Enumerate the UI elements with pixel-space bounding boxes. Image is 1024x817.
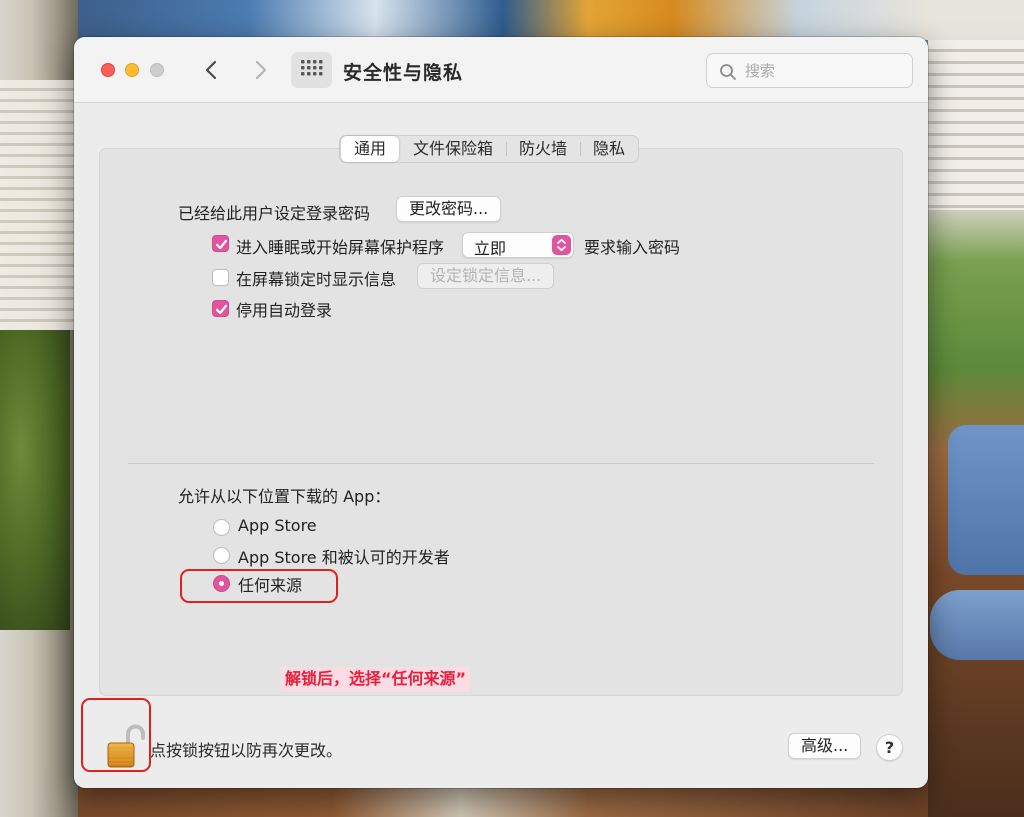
require-password-checkbox[interactable]: [212, 235, 229, 252]
forward-button[interactable]: [247, 57, 273, 83]
instruction-annotation: 解锁后，选择“任何来源”: [281, 667, 471, 691]
wallpaper-top: [78, 0, 928, 40]
general-panel: 已经给此用户设定登录密码 更改密码... 进入睡眠或开始屏幕保护程序 立即 要求…: [99, 148, 903, 696]
checkmark-icon: [215, 304, 228, 315]
close-window-button[interactable]: [101, 63, 115, 77]
search-field[interactable]: [706, 53, 913, 88]
downloads-heading: 允许从以下位置下载的 App：: [178, 487, 391, 506]
tab-bar: 通用 文件保险箱 防火墙 隐私: [339, 135, 640, 163]
section-divider: [128, 463, 874, 464]
wallpaper-bottom: [78, 787, 928, 817]
updown-chevron-icon: [557, 238, 566, 252]
disable-auto-login-checkbox[interactable]: [212, 300, 229, 317]
magnifier-icon: [720, 64, 736, 80]
wallpaper-blinds-right: [928, 40, 1024, 210]
radio-identified-developers-label[interactable]: App Store 和被认可的开发者: [238, 544, 450, 568]
require-password-suffix: 要求输入密码: [584, 238, 681, 257]
wallpaper-blinds-left: [0, 80, 78, 330]
login-password-label: 已经给此用户设定登录密码: [178, 204, 371, 223]
advanced-button[interactable]: 高级...: [788, 733, 862, 759]
wallpaper-chair-seat: [930, 590, 1024, 660]
show-all-button[interactable]: [291, 52, 332, 88]
lock-hint-text: 点按锁按钮以防再次更改。: [150, 741, 343, 760]
show-message-label: 在屏幕锁定时显示信息: [236, 270, 397, 289]
zoom-window-button[interactable]: [150, 63, 164, 77]
chevron-left-icon: [205, 60, 217, 80]
chevron-right-icon: [255, 60, 267, 80]
tab-privacy[interactable]: 隐私: [580, 136, 638, 162]
radio-app-store-label[interactable]: App Store: [238, 516, 317, 535]
back-button[interactable]: [199, 57, 225, 83]
search-input[interactable]: [745, 60, 905, 82]
minimize-window-button[interactable]: [125, 63, 139, 77]
require-password-label: 进入睡眠或开始屏幕保护程序: [236, 238, 445, 257]
wallpaper-chair-back: [948, 425, 1024, 575]
titlebar: 安全性与隐私: [74, 37, 928, 103]
set-lock-message-button[interactable]: 设定锁定信息...: [417, 263, 555, 289]
wallpaper-plant: [0, 330, 70, 630]
preferences-window: 安全性与隐私 通用 文件保险箱 防火墙 隐私 已经给此用户设定登录密码 更改密码…: [74, 37, 928, 788]
help-button[interactable]: ?: [876, 734, 903, 761]
unlocked-padlock-icon: [107, 724, 145, 768]
checkmark-icon: [215, 239, 228, 250]
grid-icon: [301, 60, 323, 76]
radio-app-store[interactable]: [213, 519, 230, 536]
highlight-anywhere-box: [180, 569, 338, 603]
change-password-button[interactable]: 更改密码...: [396, 196, 502, 222]
require-password-delay-select[interactable]: 立即: [462, 232, 574, 258]
select-value: 立即: [474, 239, 507, 258]
lock-button[interactable]: [102, 722, 146, 772]
tab-general[interactable]: 通用: [341, 136, 400, 162]
disable-auto-login-label: 停用自动登录: [236, 301, 333, 320]
tab-filevault[interactable]: 文件保险箱: [400, 136, 506, 162]
tab-firewall[interactable]: 防火墙: [506, 136, 580, 162]
radio-identified-developers[interactable]: [213, 547, 230, 564]
select-stepper: [552, 235, 571, 255]
window-title: 安全性与隐私: [343, 62, 464, 84]
show-message-checkbox[interactable]: [212, 269, 229, 286]
